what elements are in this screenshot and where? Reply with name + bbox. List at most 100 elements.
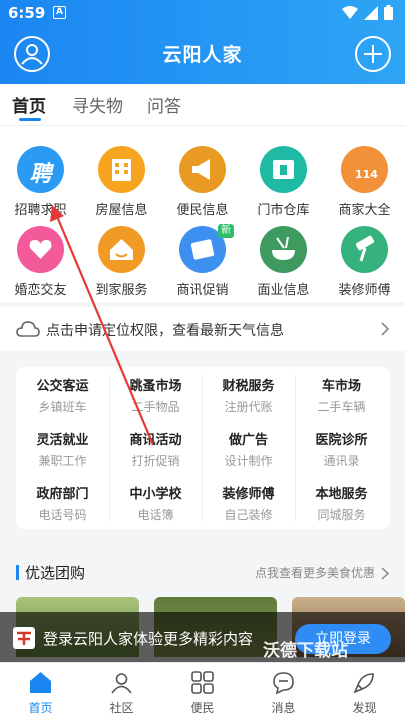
- phone-114-glyph: 114: [355, 168, 378, 181]
- service-title: 公交客运: [36, 379, 89, 394]
- phone-114-icon: 114: [341, 146, 388, 193]
- title-row: 云阳人家: [0, 28, 405, 80]
- service-subtitle: 兼职工作: [38, 454, 87, 468]
- top-tabs: 首页 寻失物 问答: [0, 84, 405, 126]
- service-government[interactable]: 政府部门 电话号码: [16, 475, 109, 529]
- service-bus[interactable]: 公交客运 乡镇班车: [16, 367, 109, 421]
- tab-active-indicator: [19, 118, 41, 121]
- service-subtitle: 二手车辆: [317, 400, 366, 414]
- more-link[interactable]: 点我查看更多美食优惠: [255, 564, 375, 581]
- status-icons: [342, 5, 393, 20]
- nav-messages[interactable]: 消息: [243, 663, 324, 720]
- wifi-icon: [342, 5, 358, 19]
- service-subtitle: 注册代账: [224, 400, 273, 414]
- login-prompt: 登录云阳人家体验更多精彩内容: [43, 630, 254, 648]
- grid-label: 到家服务: [95, 283, 148, 298]
- grid-item-recruit[interactable]: 聘 招聘求职: [0, 126, 81, 218]
- status-bar: 6:59 A: [0, 0, 405, 28]
- watermark: 沃德下载站: [263, 641, 348, 661]
- status-time: 6:59: [8, 4, 46, 22]
- service-renovation[interactable]: 装修师傅 自己装修: [202, 475, 295, 529]
- grid-apps-icon: [191, 671, 214, 694]
- nav-convenience[interactable]: 便民: [162, 663, 243, 720]
- service-flea-market[interactable]: 跳蚤市场 二手物品: [109, 367, 202, 421]
- service-activities[interactable]: 商讯活动 打折促销: [109, 421, 202, 475]
- app-screen: 6:59 A 云阳人家 首页 寻失物 问答 聘 招聘求职 房屋信息 便民信息 门…: [0, 0, 405, 720]
- hearts-icon: [17, 226, 64, 273]
- grid-label: 婚恋交友: [14, 283, 67, 298]
- service-subtitle: 通讯录: [323, 454, 360, 468]
- home-service-icon: [98, 226, 145, 273]
- battery-icon: [384, 5, 393, 20]
- service-subtitle: 电话号码: [38, 508, 87, 522]
- service-advertising[interactable]: 做广告 设计制作: [202, 421, 295, 475]
- grid-item-noodle[interactable]: 面业信息: [243, 206, 324, 298]
- nav-label: 便民: [190, 701, 215, 715]
- chevron-right-icon[interactable]: [381, 567, 389, 580]
- service-subtitle: 同城服务: [317, 508, 366, 522]
- grid-item-promotion[interactable]: 新 商讯促销: [162, 206, 243, 298]
- bottom-nav: 首页 社区 便民 消息 发现: [0, 662, 405, 720]
- grid-label: 面业信息: [257, 283, 310, 298]
- tab-qa[interactable]: 问答: [147, 92, 181, 117]
- service-subtitle: 自己装修: [224, 508, 273, 522]
- chevron-right-icon: [381, 322, 389, 336]
- grid-item-housing[interactable]: 房屋信息: [81, 126, 162, 218]
- nav-label: 首页: [28, 701, 53, 715]
- nav-label: 消息: [271, 701, 296, 715]
- tab-lost-found[interactable]: 寻失物: [72, 92, 123, 117]
- service-hospital[interactable]: 医院诊所 通讯录: [295, 421, 388, 475]
- roller-icon: [341, 226, 388, 273]
- grid-label: 商讯促销: [176, 283, 229, 298]
- service-subtitle: 电话簿: [137, 508, 174, 522]
- service-title: 医院诊所: [315, 433, 368, 448]
- recruit-glyph: 聘: [29, 162, 52, 187]
- service-title: 中小学校: [129, 487, 182, 502]
- grid-label: 装修师傅: [338, 283, 391, 298]
- service-title: 灵活就业: [36, 433, 89, 448]
- service-schools[interactable]: 中小学校 电话簿: [109, 475, 202, 529]
- group-buy-header: 优选团购 点我查看更多美食优惠: [0, 557, 405, 589]
- category-grid: 聘 招聘求职 房屋信息 便民信息 门市仓库 114 商家大全 婚恋交友 到家服务…: [0, 126, 405, 302]
- service-subtitle: 设计制作: [224, 454, 273, 468]
- noodle-icon: [260, 226, 307, 273]
- weather-bar[interactable]: 点击申请定位权限，查看最新天气信息: [0, 307, 405, 351]
- megaphone-icon: [179, 146, 226, 193]
- nav-label: 发现: [352, 701, 377, 715]
- service-title: 本地服务: [315, 487, 368, 502]
- service-local[interactable]: 本地服务 同城服务: [295, 475, 388, 529]
- grid-item-renovation[interactable]: 装修师傅: [324, 206, 405, 298]
- page-title: 云阳人家: [162, 44, 243, 66]
- service-subtitle: 打折促销: [131, 454, 180, 468]
- nav-community[interactable]: 社区: [81, 663, 162, 720]
- notification-a-icon: A: [53, 6, 66, 19]
- signal-icon: [364, 5, 378, 20]
- service-title: 跳蚤市场: [129, 379, 182, 394]
- grid-item-merchants[interactable]: 114 商家大全: [324, 126, 405, 218]
- service-subtitle: 乡镇班车: [38, 400, 87, 414]
- service-tax[interactable]: 财税服务 注册代账: [202, 367, 295, 421]
- grid-item-home-service[interactable]: 到家服务: [81, 206, 162, 298]
- nav-home[interactable]: 首页: [0, 663, 81, 720]
- grid-item-dating[interactable]: 婚恋交友: [0, 206, 81, 298]
- shop-icon: [260, 146, 307, 193]
- message-icon: [273, 672, 294, 695]
- nav-label: 社区: [109, 701, 134, 715]
- new-badge: 新: [218, 224, 234, 238]
- service-title: 财税服务: [222, 379, 275, 394]
- header-bar: 6:59 A 云阳人家: [0, 0, 405, 84]
- cloud-icon: [16, 321, 40, 337]
- home-icon: [30, 672, 51, 693]
- add-button[interactable]: [355, 36, 391, 72]
- section-accent: [16, 565, 19, 580]
- service-flexible-job[interactable]: 灵活就业 兼职工作: [16, 421, 109, 475]
- nav-discover[interactable]: 发现: [324, 663, 405, 720]
- tab-home[interactable]: 首页: [12, 92, 46, 117]
- plus-icon: [364, 45, 382, 63]
- service-title: 装修师傅: [222, 487, 275, 502]
- weather-text: 点击申请定位权限，查看最新天气信息: [46, 323, 284, 339]
- service-car-market[interactable]: 车市场 二手车辆: [295, 367, 388, 421]
- grid-item-convenience[interactable]: 便民信息: [162, 126, 243, 218]
- grid-item-shops[interactable]: 门市仓库: [243, 126, 324, 218]
- service-title: 做广告: [228, 433, 268, 448]
